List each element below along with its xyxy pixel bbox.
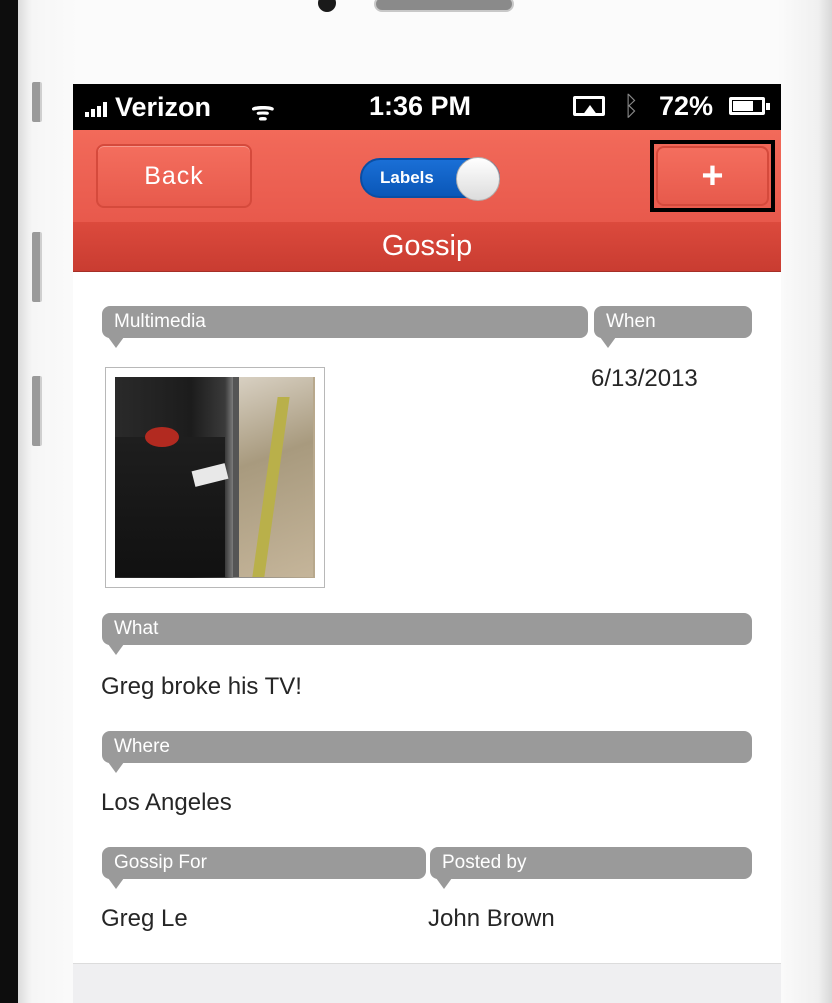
- volume-down-button: [32, 376, 42, 446]
- add-button[interactable]: +: [656, 146, 769, 206]
- where-value: Los Angeles: [101, 789, 232, 816]
- page-title: Gossip: [73, 222, 781, 272]
- back-button[interactable]: Back: [96, 144, 252, 208]
- posted-by-label: Posted by: [430, 847, 752, 889]
- airplay-icon: [573, 96, 605, 116]
- when-label: When: [594, 306, 752, 348]
- signal-icon: [85, 99, 109, 117]
- photo-image: [115, 377, 315, 578]
- when-value: 6/13/2013: [591, 365, 698, 392]
- toggle-label: Labels: [380, 168, 434, 187]
- toggle-knob[interactable]: [456, 157, 500, 201]
- posted-by-value: John Brown: [428, 905, 555, 932]
- multimedia-thumbnail[interactable]: [105, 367, 325, 588]
- device-frame-edge: [0, 0, 18, 1003]
- carrier-name: Verizon: [115, 92, 212, 122]
- battery-icon: [729, 97, 770, 115]
- gossip-for-label: Gossip For: [102, 847, 426, 889]
- carrier: Verizon: [85, 92, 211, 123]
- phone-screen: Verizon ᯤ 1:36 PM ᛒ 72% Back Labels + Go…: [73, 84, 781, 1003]
- status-time: 1:36 PM: [369, 91, 472, 121]
- battery-percent: 72%: [659, 91, 714, 121]
- camera-dot: [318, 0, 336, 12]
- labels-toggle[interactable]: Labels: [360, 157, 500, 201]
- gossip-for-value: Greg Le: [101, 905, 188, 932]
- bluetooth-icon: ᛒ: [623, 91, 640, 121]
- what-label: What: [102, 613, 752, 655]
- volume-up-button: [32, 232, 42, 302]
- multimedia-label: Multimedia: [102, 306, 588, 348]
- footer-strip: [73, 963, 781, 1003]
- nav-bar: Back Labels +: [73, 130, 781, 222]
- status-bar: Verizon ᯤ 1:36 PM ᛒ 72%: [73, 84, 781, 130]
- speaker-grille: [374, 0, 514, 12]
- what-value: Greg broke his TV!: [101, 673, 302, 700]
- wifi-icon: ᯤ: [251, 96, 275, 126]
- where-label: Where: [102, 731, 752, 773]
- mute-switch: [32, 82, 42, 122]
